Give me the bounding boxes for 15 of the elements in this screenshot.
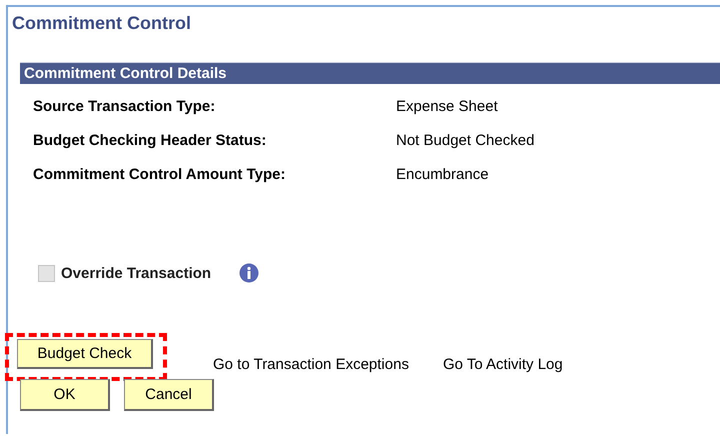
footer-button[interactable]: Cancel — [124, 379, 214, 411]
budget-check-button[interactable]: Budget Check — [17, 339, 153, 369]
footer-button[interactable]: OK — [20, 379, 110, 411]
info-icon[interactable] — [239, 263, 260, 283]
section-header: Commitment Control Details — [20, 62, 720, 84]
field-value: Encumbrance — [396, 166, 490, 183]
checkbox-label: Override Transaction — [61, 264, 212, 282]
field-label: Source Transaction Type: — [33, 98, 216, 115]
field-label: Commitment Control Amount Type: — [33, 166, 286, 183]
page-title: Commitment Control — [12, 13, 192, 34]
page-link[interactable]: Go To Activity Log — [442, 356, 563, 373]
field-label: Budget Checking Header Status: — [33, 132, 268, 149]
page-link[interactable]: Go to Transaction Exceptions — [213, 356, 409, 373]
field-value: Expense Sheet — [396, 98, 499, 115]
field-value: Not Budget Checked — [396, 132, 536, 149]
